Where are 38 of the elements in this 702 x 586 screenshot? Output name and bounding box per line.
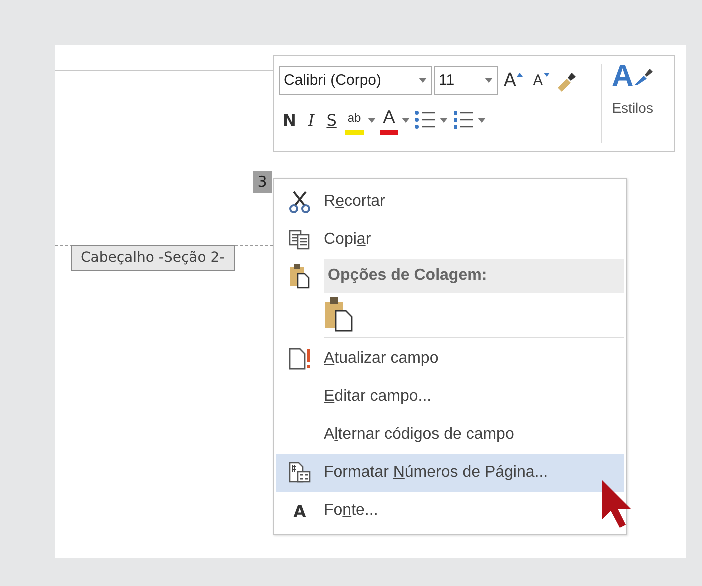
menu-item[interactable]: Formatar Números de Página... [276, 454, 624, 492]
caret-icon [402, 118, 410, 122]
font-icon: A [294, 502, 306, 520]
down-arrow-icon [544, 72, 550, 76]
caret-icon [478, 118, 486, 122]
header-section-label: Cabeçalho -Seção 2- [71, 245, 235, 271]
bullet-list-icon[interactable] [414, 110, 436, 130]
page-number: 3 [253, 171, 272, 193]
menu-item[interactable]: Copiar [276, 221, 624, 259]
copy-icon [289, 230, 311, 250]
brush-icon [634, 68, 654, 86]
paste-icon [289, 263, 311, 289]
caret-icon [419, 78, 427, 83]
up-arrow-icon [517, 72, 524, 76]
bold-button[interactable]: N [279, 106, 300, 134]
menu-section-header: Opções de Colagem: [324, 259, 624, 293]
font-color-button[interactable]: A [380, 105, 398, 135]
caret-icon [485, 78, 493, 83]
font-name-dropdown[interactable]: Calibri (Corpo) [279, 66, 432, 95]
grow-font-button[interactable]: A [500, 66, 528, 94]
italic-button[interactable]: I [304, 106, 319, 134]
paste-icon[interactable] [324, 296, 354, 332]
underline-button[interactable]: S [322, 106, 341, 134]
numbered-list-icon[interactable] [452, 110, 474, 130]
caret-icon [368, 118, 376, 122]
styles-glyph: A [612, 62, 634, 92]
shrink-font-button[interactable]: A [529, 66, 554, 94]
menu-item[interactable]: Editar campo... [276, 378, 624, 416]
document-alert-icon [288, 348, 312, 370]
styles-button[interactable]: A Estilos [602, 56, 664, 151]
number-format-icon [288, 462, 312, 484]
caret-icon [440, 118, 448, 122]
menu-item[interactable]: Recortar [276, 183, 624, 221]
font-size-dropdown[interactable]: 11 [434, 66, 498, 95]
scissors-icon [289, 190, 311, 214]
highlight-button[interactable]: ab [344, 105, 364, 135]
menu-item[interactable]: Alternar códigos de campo [276, 416, 624, 454]
menu-item[interactable]: Atualizar campo [276, 340, 624, 378]
